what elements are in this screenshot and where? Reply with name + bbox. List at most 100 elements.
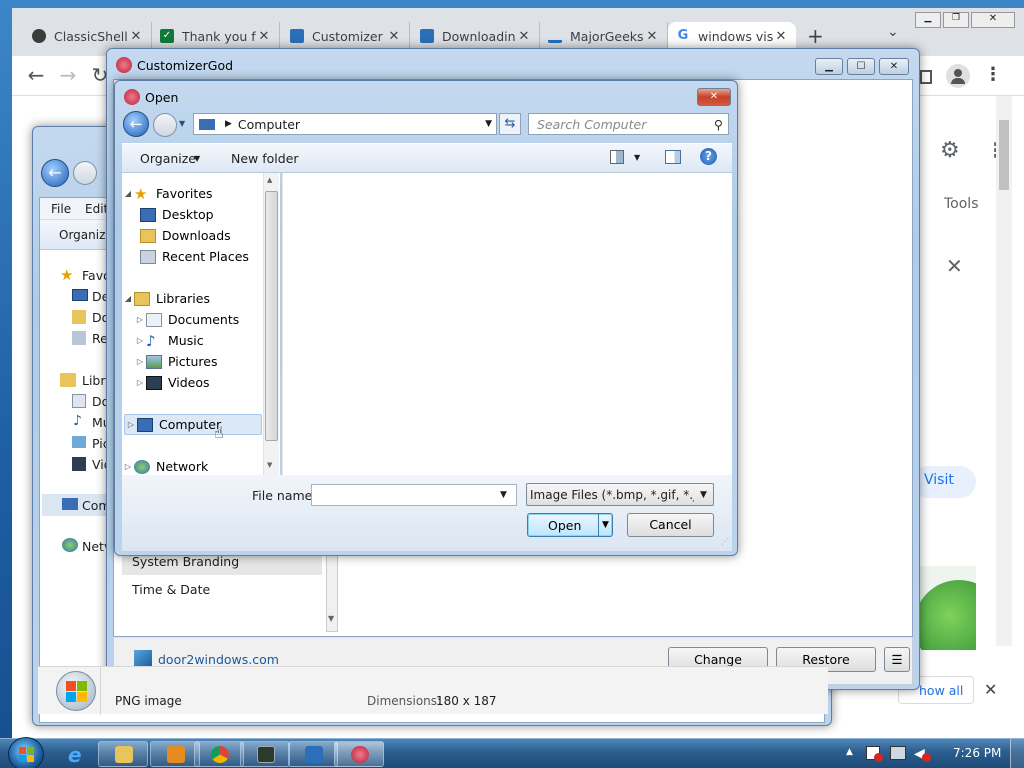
start-button[interactable] — [8, 737, 44, 768]
organize-button[interactable]: Organize — [59, 228, 113, 242]
organize-button[interactable]: Organize — [140, 151, 196, 166]
restore-button[interactable]: ❐ — [943, 12, 969, 28]
back-icon[interactable]: ← — [24, 64, 48, 88]
tab-search-icon[interactable]: ⌄ — [887, 24, 899, 40]
file-type-select[interactable]: Image Files (*.bmp, *.gif, *.jpg, ▼ — [526, 483, 714, 506]
browser-tab-thankyou[interactable]: ✓ Thank you f ✕ — [152, 22, 280, 50]
nav-item-recent-places[interactable]: Recent Places — [122, 246, 268, 267]
forward-icon[interactable]: → — [56, 64, 80, 88]
new-folder-button[interactable]: New folder — [231, 151, 299, 166]
nav-item-favorites[interactable]: ◢ ★ Favorites — [122, 183, 268, 204]
close-button[interactable]: ✕ — [879, 58, 909, 75]
expand-arrow-icon[interactable]: ▷ — [134, 336, 146, 345]
browser-tab-customizer[interactable]: Customizer ✕ — [282, 22, 410, 50]
nav-item-documents[interactable]: ▷ Documents — [122, 309, 268, 330]
tools-link[interactable]: Tools — [944, 196, 979, 212]
nav-item-network[interactable]: ▷ Network — [122, 456, 268, 477]
resize-grip-icon[interactable]: ⋰ — [721, 537, 729, 546]
close-tab-icon[interactable]: ✕ — [517, 29, 531, 44]
scrollbar-thumb[interactable] — [999, 120, 1009, 190]
clock[interactable]: 7:26 PM — [953, 746, 1001, 760]
search-input[interactable]: Search Computer ⚲ — [528, 113, 729, 135]
new-tab-button[interactable]: + — [807, 24, 824, 48]
back-icon[interactable]: ← — [41, 159, 69, 187]
file-name-dropdown-icon[interactable]: ▼ — [500, 490, 507, 500]
search-icon[interactable]: ⚲ — [714, 117, 728, 132]
scroll-down-arrow-icon[interactable]: ▼ — [267, 461, 272, 469]
collapse-arrow-icon[interactable]: ◢ — [122, 189, 134, 198]
chrome-menu-icon[interactable]: ⋮ — [984, 64, 1002, 85]
nav-scrollbar[interactable]: ▲ ▼ — [263, 173, 279, 475]
expand-arrow-icon[interactable]: ▷ — [134, 357, 146, 366]
minimize-button[interactable]: ▁ — [915, 12, 941, 28]
cancel-button[interactable]: Cancel — [627, 513, 714, 537]
profile-avatar[interactable] — [946, 64, 970, 88]
nav-item-downloads[interactable]: Downloads — [122, 225, 268, 246]
settings-gear-icon[interactable]: ⚙ — [940, 138, 960, 163]
back-icon[interactable]: ← — [123, 111, 149, 137]
expand-arrow-icon[interactable]: ▷ — [125, 420, 137, 429]
address-bar[interactable]: ▶ Computer ▼ — [193, 113, 497, 135]
file-list-pane[interactable] — [282, 173, 732, 475]
taskbar-chrome[interactable] — [194, 741, 244, 767]
door2windows-link[interactable]: door2windows.com — [158, 652, 279, 667]
close-panel-icon[interactable]: ✕ — [946, 254, 963, 278]
nav-item-libraries[interactable]: ◢ Libraries — [122, 288, 268, 309]
extension-icon[interactable] — [920, 70, 932, 84]
collapse-arrow-icon[interactable]: ◢ — [122, 294, 134, 303]
forward-icon[interactable] — [73, 161, 97, 185]
taskbar-customizer[interactable] — [288, 741, 338, 767]
close-tab-icon[interactable]: ✕ — [387, 29, 401, 44]
change-view-icon[interactable] — [610, 150, 624, 164]
scrollbar-thumb[interactable] — [265, 191, 278, 441]
close-bar-icon[interactable]: ✕ — [984, 680, 997, 699]
nav-item-music[interactable]: ▷ ♪ Music — [122, 330, 268, 351]
edit-menu[interactable]: Edit — [85, 202, 108, 216]
forward-icon[interactable] — [153, 113, 177, 137]
visit-button[interactable]: Visit — [912, 466, 976, 498]
file-menu[interactable]: File — [51, 202, 71, 216]
organize-dropdown-icon[interactable]: ▼ — [194, 154, 200, 163]
view-dropdown-icon[interactable]: ▼ — [634, 153, 640, 162]
refresh-icon[interactable]: ⇆ — [499, 113, 521, 135]
nav-item-computer[interactable]: ▷ Computer — [124, 414, 262, 435]
sidebar-item-time-date[interactable]: Time & Date — [132, 582, 210, 597]
scrollbar[interactable] — [996, 96, 1012, 646]
help-icon[interactable]: ? — [700, 148, 717, 165]
close-tab-icon[interactable]: ✕ — [129, 29, 143, 44]
taskbar-terminal[interactable] — [240, 741, 290, 767]
taskbar-media-player[interactable] — [150, 741, 200, 767]
show-desktop-button[interactable] — [1010, 739, 1024, 768]
open-options-icon[interactable]: ▼ — [602, 520, 609, 530]
nav-item-videos[interactable]: ▷ Videos — [122, 372, 268, 393]
expand-arrow-icon[interactable]: ▷ — [134, 378, 146, 387]
nav-item-desktop[interactable]: Desktop — [122, 204, 268, 225]
taskbar-explorer[interactable] — [98, 741, 148, 767]
maximize-button[interactable]: ☐ — [847, 58, 875, 75]
open-button[interactable]: Open ▼ — [527, 513, 613, 537]
menu-button[interactable]: ☰ — [884, 647, 910, 672]
sidebar-item-system-branding[interactable]: System Branding — [132, 554, 239, 569]
network-tray-icon[interactable] — [890, 746, 906, 760]
file-name-input[interactable]: ▼ — [311, 484, 517, 506]
browser-tab-windows-vista[interactable]: G windows vis ✕ — [668, 22, 796, 50]
show-hidden-icons-icon[interactable]: ▲ — [846, 747, 853, 757]
scroll-up-arrow-icon[interactable]: ▲ — [267, 176, 272, 184]
preview-pane-icon[interactable] — [665, 150, 681, 164]
nav-item-pictures[interactable]: ▷ Pictures — [122, 351, 268, 372]
taskbar-customizergod[interactable] — [334, 741, 384, 767]
close-tab-icon[interactable]: ✕ — [645, 29, 659, 44]
browser-tab-classicshell[interactable]: ClassicShell© ✕ — [24, 22, 152, 50]
close-button[interactable]: ✕ — [697, 88, 731, 106]
browser-tab-majorgeeks[interactable]: MajorGeeks ✕ — [540, 22, 668, 50]
breadcrumb-arrow-icon[interactable]: ▶ — [225, 119, 232, 129]
expand-arrow-icon[interactable]: ▷ — [134, 315, 146, 324]
address-dropdown-icon[interactable]: ▼ — [485, 119, 496, 129]
close-window-button[interactable]: ✕ — [971, 12, 1015, 28]
close-tab-icon[interactable]: ✕ — [257, 29, 271, 44]
internet-explorer-icon[interactable]: e — [68, 743, 82, 767]
scroll-down-arrow-icon[interactable]: ▼ — [328, 614, 334, 623]
close-tab-icon[interactable]: ✕ — [774, 29, 788, 44]
recent-locations-icon[interactable]: ▼ — [179, 119, 185, 128]
browser-tab-downloading[interactable]: Downloadin ✕ — [412, 22, 540, 50]
